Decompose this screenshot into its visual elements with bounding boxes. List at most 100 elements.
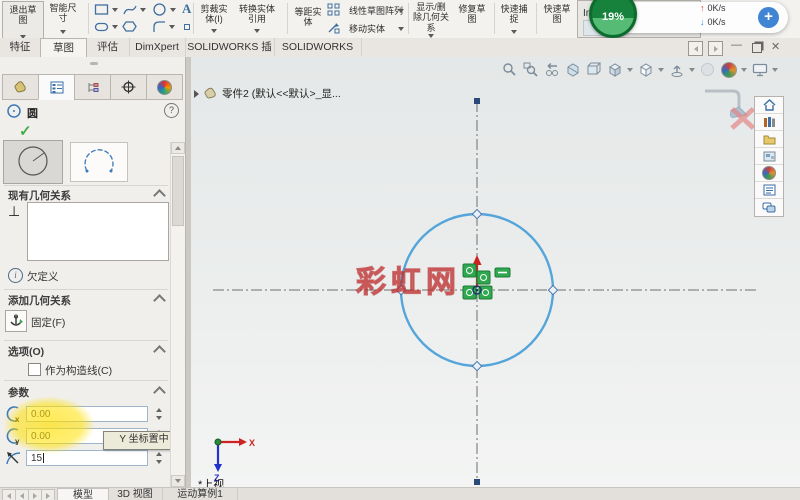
circle-type-center-button[interactable]	[3, 140, 63, 184]
last-tab-button[interactable]	[41, 489, 55, 500]
divider	[536, 3, 537, 34]
chevron-down-icon[interactable]	[398, 9, 404, 13]
parameters-header[interactable]: 参数	[8, 385, 29, 400]
feature-manager-tab[interactable]	[2, 74, 39, 100]
coordinate-triad: X Z	[214, 438, 255, 482]
display-delete-relations-button[interactable]: 显示/删除几何关系	[412, 2, 450, 39]
ok-check-icon[interactable]: ✓	[19, 122, 32, 140]
chevron-down-icon[interactable]	[170, 7, 176, 12]
prev-tab-button[interactable]	[15, 489, 29, 500]
options-header[interactable]: 选项(O)	[8, 344, 44, 359]
panel-splitter-handle[interactable]	[90, 62, 98, 65]
chevron-down-icon[interactable]	[112, 24, 118, 29]
chevron-down-icon[interactable]	[398, 27, 404, 31]
add-button[interactable]: +	[758, 7, 779, 28]
perpendicular-relation-icon: ⊥	[8, 203, 21, 219]
chevron-down-icon[interactable]	[140, 7, 146, 12]
help-icon[interactable]: ?	[164, 103, 179, 118]
fix-relation-button[interactable]	[5, 310, 27, 332]
motion-study-tab[interactable]: 运动算例1	[163, 488, 238, 500]
fillet-tool-button[interactable]	[152, 20, 175, 33]
forum-tab[interactable]	[755, 199, 783, 216]
collapse-icon[interactable]	[153, 386, 166, 399]
close-button[interactable]: ✕	[771, 40, 780, 53]
tab-sw-mbd[interactable]: SOLIDWORKS MBD	[274, 38, 362, 71]
file-explorer-tab[interactable]	[755, 131, 783, 148]
restore-button[interactable]	[752, 43, 762, 53]
display-manager-tab[interactable]	[146, 74, 183, 100]
spline-tool-button[interactable]	[122, 3, 146, 16]
divider	[4, 340, 168, 341]
construction-checkbox[interactable]	[28, 363, 41, 376]
exit-sketch-button[interactable]: 退出草图	[2, 1, 44, 42]
tab-features[interactable]: 特征	[0, 38, 41, 56]
panel-scrollbar[interactable]	[170, 142, 185, 487]
scroll-up-button[interactable]	[171, 142, 185, 154]
point-tool-button[interactable]	[184, 24, 190, 30]
up-arrow-icon: ↑	[700, 3, 705, 13]
tab-sketch[interactable]: 草图	[40, 38, 87, 58]
linear-pattern-button[interactable]: 线性草图阵列	[349, 6, 403, 16]
tab-evaluate[interactable]: 评估	[86, 38, 130, 56]
add-relations-header[interactable]: 添加几何关系	[8, 293, 71, 308]
tab-dimxpert[interactable]: DimXpert	[129, 38, 186, 56]
smart-dimension-button[interactable]: 智能尺寸	[46, 3, 80, 34]
chevron-down-icon[interactable]	[254, 28, 260, 33]
radius-spinner[interactable]	[152, 450, 165, 466]
center-x-spinner[interactable]	[152, 406, 165, 422]
relations-listbox[interactable]	[27, 202, 169, 261]
convert-entities-button[interactable]: 转换实体引用	[239, 4, 275, 33]
divider	[408, 3, 409, 34]
chevron-down-icon[interactable]	[60, 29, 66, 34]
quick-snaps-button[interactable]: 快速捕捉	[498, 4, 530, 34]
task-pane-toolbar	[754, 96, 784, 217]
linear-pattern-icon[interactable]	[327, 3, 341, 16]
configuration-manager-tab[interactable]	[74, 74, 111, 100]
collapse-right-pane-button[interactable]	[708, 41, 723, 56]
custom-properties-tab[interactable]	[755, 182, 783, 199]
existing-relations-header[interactable]: 现有几何关系	[8, 188, 71, 203]
trim-entities-button[interactable]: 剪裁实体(I)	[197, 4, 231, 33]
scrollbar-thumb[interactable]	[172, 156, 184, 226]
scroll-down-button[interactable]	[171, 475, 185, 487]
collapse-icon[interactable]	[153, 345, 166, 358]
graphics-viewport[interactable]: 零件2 (默认<<默认>_显... ✕ 彩虹网 X Z *上视	[191, 57, 800, 491]
collapse-icon[interactable]	[153, 294, 166, 307]
next-tab-button[interactable]	[28, 489, 42, 500]
axis-x-label: X	[249, 438, 255, 448]
dimxpert-manager-tab[interactable]	[110, 74, 147, 100]
rapid-sketch-button[interactable]: 快速草图	[541, 4, 573, 25]
radius-field[interactable]: 15	[26, 450, 148, 466]
repair-sketch-button[interactable]: 修复草图	[456, 4, 488, 25]
first-tab-button[interactable]	[2, 489, 16, 500]
rectangle-tool-button[interactable]	[94, 3, 118, 16]
design-library-tab[interactable]	[755, 114, 783, 131]
svg-text:x: x	[15, 415, 20, 423]
3d-views-tab[interactable]: 3D 视图	[108, 488, 163, 500]
circle-tool-button[interactable]	[152, 2, 176, 17]
circle-type-perimeter-button[interactable]	[70, 142, 128, 182]
minimize-button[interactable]: —	[731, 39, 742, 51]
move-entities-icon[interactable]	[327, 22, 341, 34]
radius-icon	[6, 452, 21, 465]
home-tab[interactable]	[755, 97, 783, 114]
polygon-tool-button[interactable]	[122, 20, 137, 33]
model-tab[interactable]: 模型	[57, 488, 109, 500]
tab-sw-addins[interactable]: SOLIDWORKS 插件	[185, 38, 275, 71]
text-tool-button[interactable]: A	[182, 1, 191, 17]
sketch-canvas[interactable]	[191, 57, 800, 487]
view-palette-tab[interactable]	[755, 148, 783, 165]
slot-tool-button[interactable]	[94, 20, 118, 33]
offset-entities-button[interactable]: 等距实体	[293, 7, 323, 28]
property-manager-tab[interactable]	[38, 74, 75, 100]
chevron-down-icon[interactable]	[211, 28, 217, 33]
collapse-icon[interactable]	[153, 189, 166, 202]
appearances-tab[interactable]	[755, 165, 783, 182]
chevron-down-icon[interactable]	[169, 24, 175, 29]
move-entities-button[interactable]: 移动实体	[349, 24, 385, 34]
chevron-down-icon[interactable]	[112, 7, 118, 12]
center-x-field[interactable]: 0.00	[26, 406, 148, 422]
chevron-down-icon[interactable]	[511, 29, 517, 34]
collapse-left-pane-button[interactable]	[688, 41, 703, 56]
fix-relation-label: 固定(F)	[31, 317, 66, 329]
